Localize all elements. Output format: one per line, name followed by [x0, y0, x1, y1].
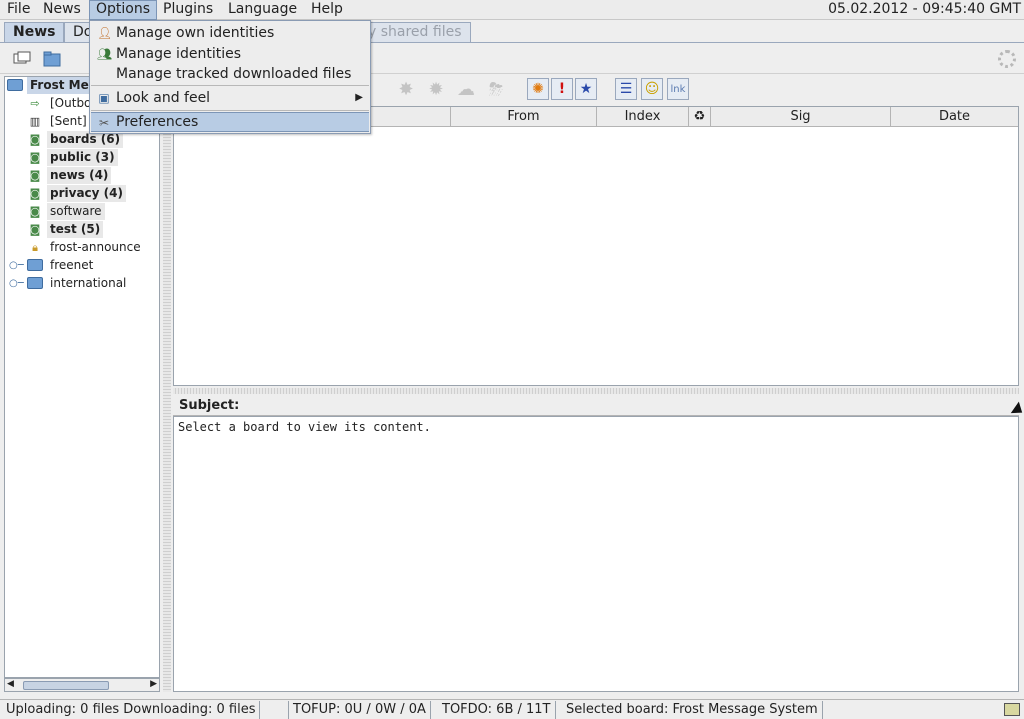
tree-item-international[interactable]: international	[27, 275, 129, 292]
menu-item-look-and-feel[interactable]: ▣ Look and feel ▶	[91, 88, 369, 108]
subject-label: Subject:	[179, 398, 240, 413]
look-feel-icon: ▣	[98, 91, 110, 105]
trust-good-icon[interactable]: ⛈	[485, 78, 507, 100]
wrench-icon: ✂	[98, 116, 110, 130]
menu-options[interactable]: Options	[89, 0, 158, 20]
menu-item-manage-tracked-downloads[interactable]: Manage tracked downloaded files	[91, 64, 369, 84]
board-icon: ◙	[29, 132, 41, 146]
message-content[interactable]: Select a board to view its content.	[173, 416, 1019, 692]
expand-international-icon[interactable]: ○─	[9, 278, 24, 289]
folder-icon[interactable]	[40, 47, 64, 71]
status-transfers: Uploading: 0 files Downloading: 0 files	[2, 701, 261, 719]
tree-item-label: freenet	[50, 258, 94, 272]
tree-item-freenet[interactable]: freenet	[27, 257, 96, 274]
col-from[interactable]: From	[451, 107, 597, 127]
subject-bar: Subject:	[173, 396, 1019, 416]
message-table[interactable]: From Index ♻ Sig Date	[173, 106, 1019, 386]
tree-item-privacy[interactable]: ◙ privacy (4)	[27, 185, 126, 202]
tree-item-test[interactable]: ◙ test (5)	[27, 221, 104, 238]
board-icon: ◙	[29, 168, 41, 182]
menu-item-label: Manage own identities	[116, 25, 275, 41]
link-icon[interactable]: lnk	[667, 78, 689, 100]
scroll-left-icon[interactable]: ◀	[7, 679, 14, 689]
options-menu: 👤︎ Manage own identities 👥︎ Manage ident…	[89, 20, 371, 134]
mail-icon[interactable]	[1004, 703, 1020, 716]
tree-item-label: news (4)	[47, 167, 112, 184]
status-tofdo: TOFDO: 6B / 11T	[438, 701, 556, 719]
col-recycle[interactable]: ♻	[689, 107, 711, 127]
board-icon: ◙	[29, 150, 41, 164]
trust-check-icon[interactable]: ✹	[425, 78, 447, 100]
menu-plugins[interactable]: Plugins	[157, 0, 219, 20]
lock-icon: 🔒︎	[32, 240, 38, 254]
menu-separator	[91, 110, 369, 111]
status-tofup: TOFUP: 0U / 0W / 0A	[288, 701, 431, 719]
important-icon[interactable]: !	[551, 78, 573, 100]
users-icon: 👥︎	[97, 47, 113, 61]
submenu-arrow-icon: ▶	[355, 92, 363, 103]
status-bar: Uploading: 0 files Downloading: 0 files …	[0, 699, 1024, 719]
book-icon: ▥	[29, 114, 41, 128]
tree-item-label: frost-announce	[50, 240, 141, 254]
menu-news[interactable]: News	[37, 0, 87, 20]
flag-icon[interactable]: ✺	[527, 78, 549, 100]
tree-item-label: test (5)	[47, 221, 104, 238]
smiley-icon[interactable]: ☺	[641, 78, 663, 100]
tab-shared-files[interactable]: y shared files	[360, 22, 471, 42]
status-selected-board: Selected board: Frost Message System	[562, 701, 823, 719]
folder-icon	[27, 276, 43, 291]
trust-observe-icon[interactable]: ☁	[455, 78, 477, 100]
clock: 05.02.2012 - 09:45:40 GMT	[828, 1, 1021, 17]
board-icon: ◙	[29, 186, 41, 200]
content-text: Select a board to view its content.	[178, 420, 431, 434]
menu-item-preferences[interactable]: ✂ Preferences	[91, 112, 369, 132]
menu-file[interactable]: File	[1, 0, 36, 20]
menu-separator	[91, 85, 369, 86]
tree-item-frost-announce[interactable]: 🔒︎ frost-announce	[27, 239, 144, 256]
expand-freenet-icon[interactable]: ○─	[9, 260, 24, 271]
board-tree[interactable]: Frost Mes ⇨ [Outbox ▥ [Sent] ◙ boards (6…	[4, 76, 160, 678]
tree-item-public[interactable]: ◙ public (3)	[27, 149, 118, 166]
menu-item-manage-identities[interactable]: 👥︎ Manage identities	[91, 44, 369, 64]
busy-spinner-icon	[998, 50, 1016, 68]
tree-item-label: international	[50, 276, 127, 290]
tree-item-label: software	[47, 203, 105, 220]
board-icon: ◙	[29, 222, 41, 236]
user-icon: 👤︎	[97, 26, 113, 40]
menu-item-manage-own-identities[interactable]: 👤︎ Manage own identities	[91, 23, 369, 43]
menu-bar: File News Options Plugins Language Help …	[0, 0, 1024, 20]
tree-item-news[interactable]: ◙ news (4)	[27, 167, 112, 184]
vertical-splitter[interactable]	[163, 76, 171, 692]
tree-item-label: public (3)	[47, 149, 118, 166]
menu-help[interactable]: Help	[305, 0, 349, 20]
menu-item-label: Manage identities	[116, 46, 241, 62]
tree-item-label: [Sent]	[50, 114, 87, 128]
horizontal-splitter[interactable]	[173, 388, 1019, 394]
star-icon[interactable]: ★	[575, 78, 597, 100]
menu-item-label: Look and feel	[116, 90, 211, 106]
thread-view-icon[interactable]: ☰	[615, 78, 637, 100]
scroll-thumb[interactable]	[23, 681, 109, 690]
col-date[interactable]: Date	[891, 107, 1018, 127]
tree-item-label: privacy (4)	[47, 185, 126, 202]
folder-icon	[7, 78, 23, 93]
tree-root[interactable]: Frost Mes	[7, 77, 99, 94]
folder-icon	[27, 258, 43, 273]
tree-item-software[interactable]: ◙ software	[27, 203, 105, 220]
tree-item-sent[interactable]: ▥ [Sent]	[27, 113, 90, 130]
new-message-icon[interactable]	[10, 47, 34, 71]
menu-item-label: Manage tracked downloaded files	[116, 66, 352, 82]
menu-item-label: Preferences	[116, 114, 199, 130]
outbox-icon: ⇨	[30, 96, 40, 110]
scroll-right-icon[interactable]: ▶	[150, 679, 157, 689]
col-index[interactable]: Index	[597, 107, 689, 127]
trust-bad-icon[interactable]: ✸	[395, 78, 417, 100]
menu-language[interactable]: Language	[222, 0, 303, 20]
tab-news[interactable]: News	[4, 22, 65, 42]
tree-horizontal-scrollbar[interactable]: ◀ ▶	[4, 678, 160, 692]
col-sig[interactable]: Sig	[711, 107, 891, 127]
board-icon: ◙	[29, 204, 41, 218]
